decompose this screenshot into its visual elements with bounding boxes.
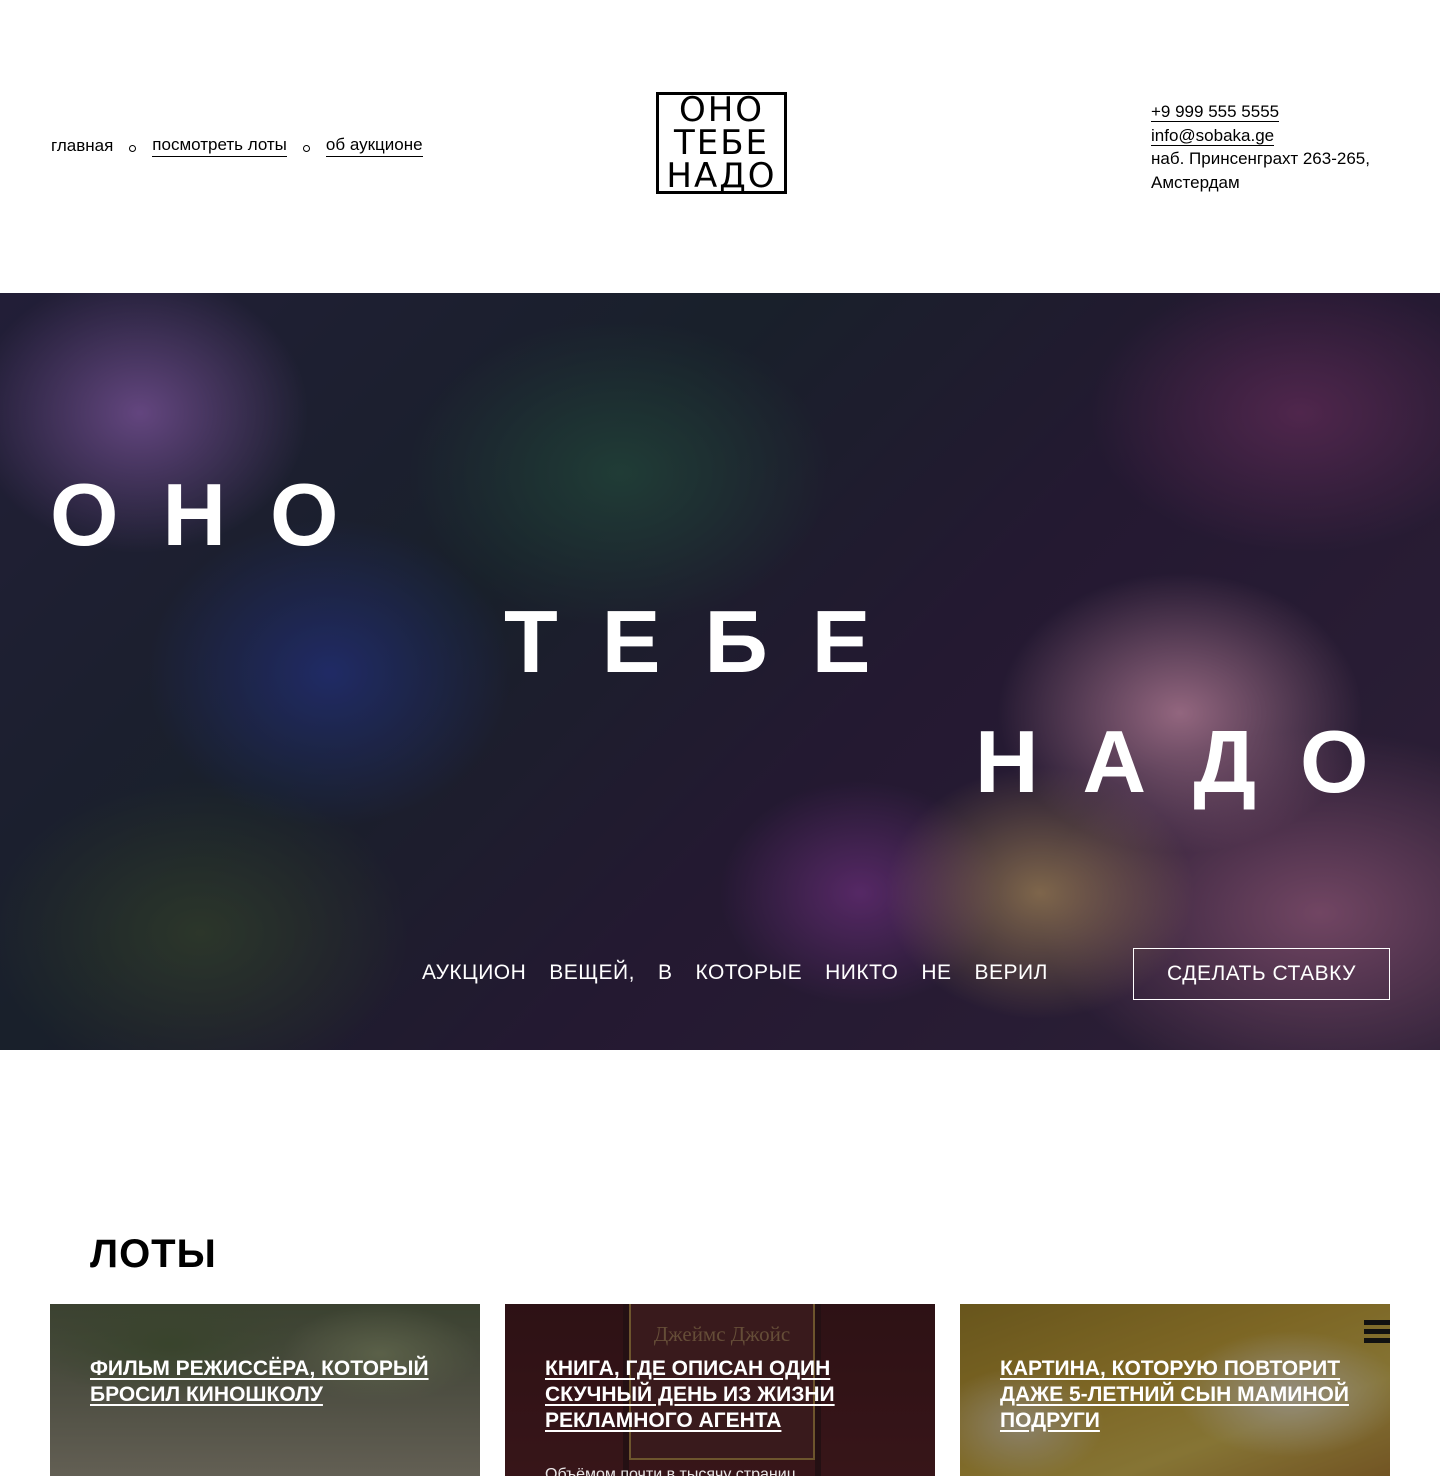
lot-card-book[interactable]: Джеймс Джойс КНИГА, ГДЕ ОПИСАН ОДИН СКУЧ…: [505, 1304, 935, 1476]
site-header: главная посмотреть лоты об аукционе ОНО …: [0, 0, 1440, 293]
tagline-word: КОТОРЫЕ: [695, 961, 803, 984]
main-nav: главная посмотреть лоты об аукционе: [51, 135, 423, 157]
address-line: наб. Принсенграхт 263-265,: [1151, 149, 1370, 168]
place-bid-button[interactable]: СДЕЛАТЬ СТАВКУ: [1133, 948, 1390, 1000]
address-city: Амстердам: [1151, 172, 1240, 192]
email-link[interactable]: info@sobaka.ge: [1151, 125, 1275, 146]
lots-heading: ЛОТЫ: [90, 1232, 217, 1276]
lot-title-link[interactable]: КНИГА, ГДЕ ОПИСАН ОДИН СКУЧНЫЙ ДЕНЬ ИЗ Ж…: [545, 1356, 905, 1434]
lot-card-painting[interactable]: КАРТИНА, КОТОРУЮ ПОВТОРИТ ДАЖЕ 5-ЛЕТНИЙ …: [960, 1304, 1390, 1476]
tagline-word: В: [657, 961, 673, 984]
hero-tagline: АУКЦИОН ВЕЩЕЙ, В КОТОРЫЕ НИКТО НЕ ВЕРИЛ: [422, 961, 1048, 985]
tagline-word: АУКЦИОН: [422, 961, 527, 984]
lot-title-link[interactable]: КАРТИНА, КОТОРУЮ ПОВТОРИТ ДАЖЕ 5-ЛЕТНИЙ …: [1000, 1356, 1360, 1434]
lot-description: Объёмом почти в тысячу страниц: [545, 1466, 796, 1476]
logo-line: ТЕБЕ: [673, 123, 770, 163]
tagline-word: НЕ: [921, 961, 952, 984]
logo-line: НАДО: [666, 156, 777, 196]
logo-line: ОНО: [678, 90, 765, 130]
tagline-word: ВЕЩЕЙ,: [549, 961, 635, 984]
site-logo[interactable]: ОНО ТЕБЕ НАДО: [656, 92, 787, 194]
nav-about-link[interactable]: об аукционе: [325, 135, 423, 157]
nav-separator-icon: [129, 144, 137, 152]
nav-lots-link[interactable]: посмотреть лоты: [152, 135, 287, 157]
tagline-word: ВЕРИЛ: [974, 961, 1048, 984]
lot-title-link[interactable]: ФИЛЬМ РЕЖИССЁРА, КОТОРЫЙ БРОСИЛ КИНОШКОЛ…: [90, 1356, 450, 1408]
contacts-block: +9 999 555 5555 info@sobaka.ge наб. Прин…: [1151, 100, 1370, 194]
nav-separator-icon: [302, 144, 310, 152]
lot-card-film[interactable]: ФИЛЬМ РЕЖИССЁРА, КОТОРЫЙ БРОСИЛ КИНОШКОЛ…: [50, 1304, 480, 1476]
hamburger-menu-icon[interactable]: [1364, 1320, 1390, 1350]
hero-banner: ОНО ТЕБЕ НАДО АУКЦИОН ВЕЩЕЙ, В КОТОРЫЕ Н…: [0, 293, 1440, 1050]
nav-home-link[interactable]: главная: [51, 136, 113, 156]
hero-word-tebe: ТЕБЕ: [504, 592, 915, 691]
hero-word-nado: НАДО: [975, 712, 1413, 811]
tagline-word: НИКТО: [825, 961, 899, 984]
phone-link[interactable]: +9 999 555 5555: [1151, 102, 1280, 122]
hero-word-ono: ОНО: [50, 465, 383, 564]
